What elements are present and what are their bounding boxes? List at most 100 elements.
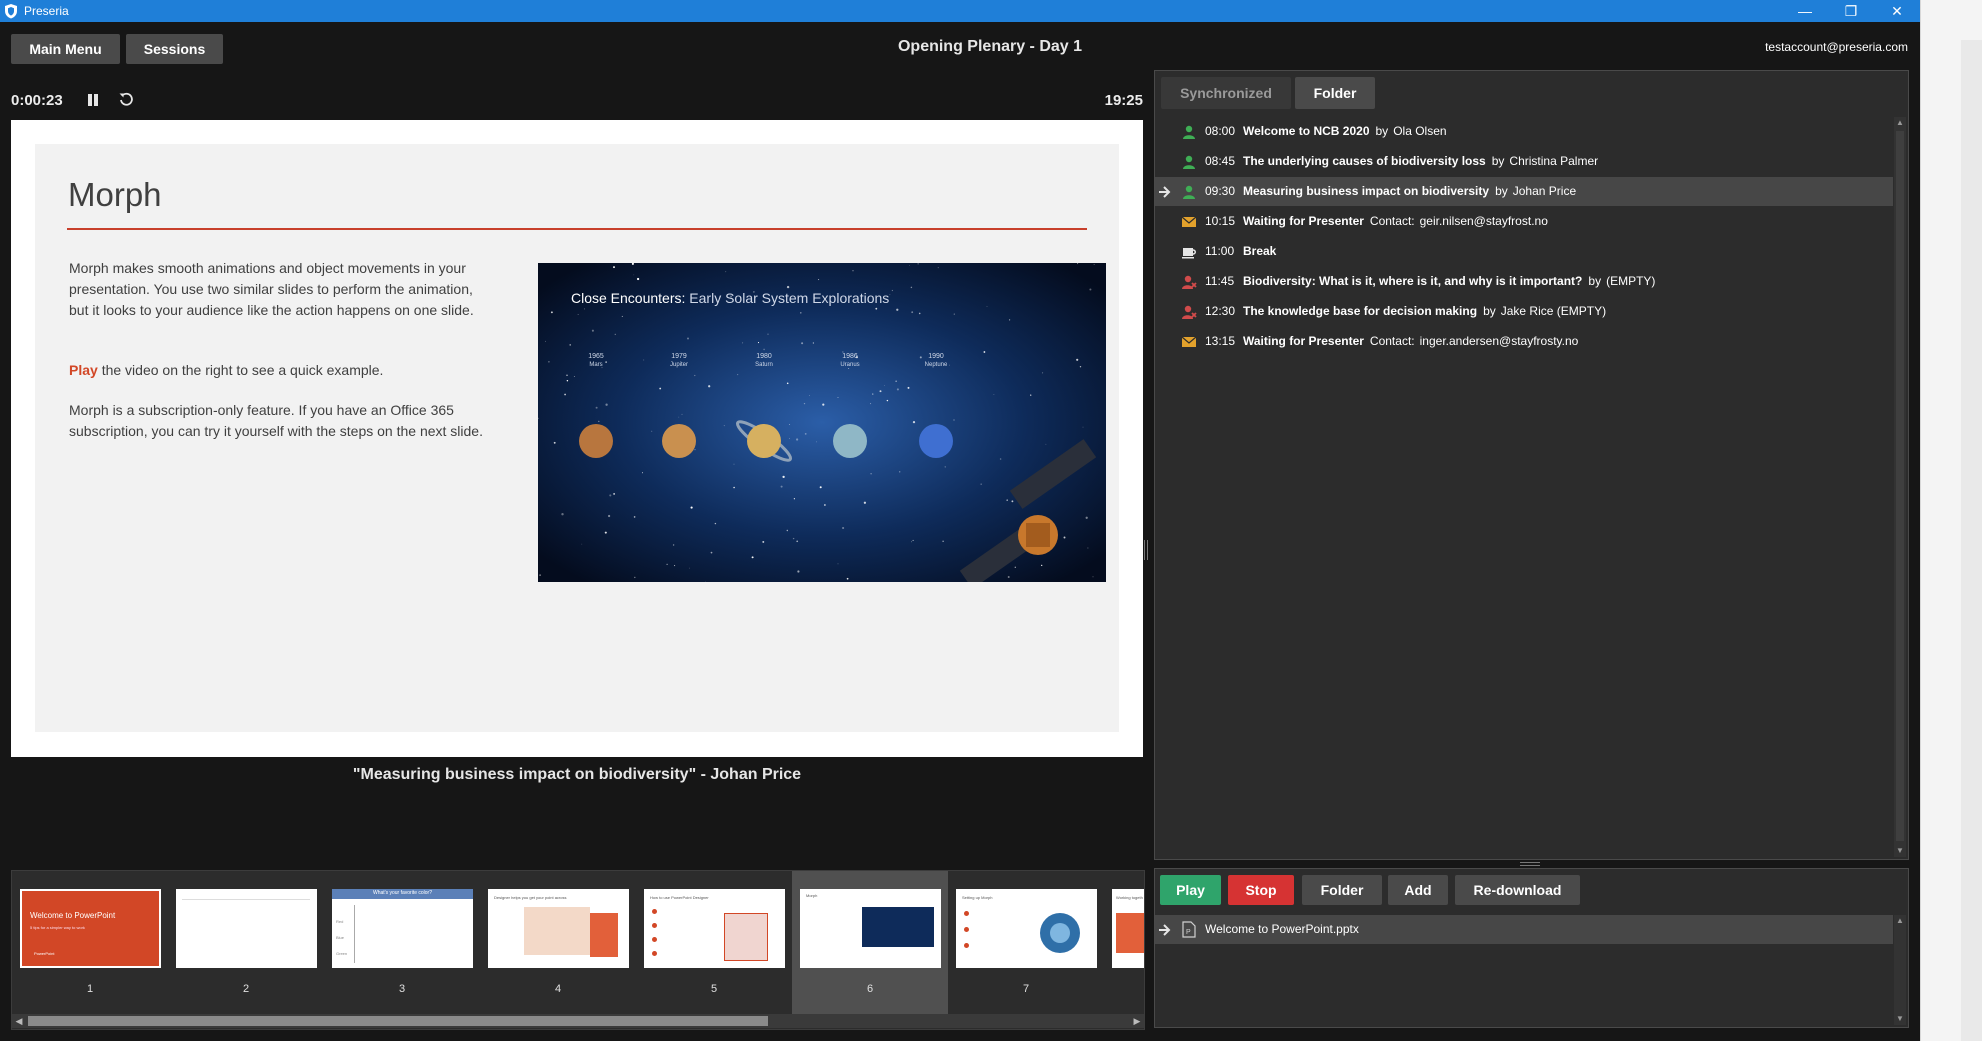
agenda-item[interactable]: 13:15 Waiting for Presenter Contact: inger.…	[1155, 327, 1893, 356]
redownload-button[interactable]: Re-download	[1455, 875, 1580, 905]
agenda-scrollbar[interactable]: ▲ ▼	[1894, 117, 1906, 857]
agenda-presenter: Christina Palmer	[1509, 154, 1599, 168]
horizontal-splitter-handle[interactable]	[1520, 861, 1540, 867]
agenda-presenter: geir.nilsen@stayfrost.no	[1419, 214, 1548, 228]
agenda-time: 11:45	[1205, 274, 1235, 288]
agenda-title: Measuring business impact on biodiversit…	[1243, 184, 1490, 198]
slide-play-highlight: Play	[69, 362, 98, 378]
title-bar: Preseria — ❐ ✕	[0, 0, 1920, 22]
agenda-item[interactable]: 10:15 Waiting for Presenter Contact: geir.n…	[1155, 207, 1893, 236]
slide-thumbnail[interactable]: Setting up Morph 7	[948, 871, 1104, 1015]
planet-name: Mars	[589, 362, 602, 368]
agenda-panel: Synchronized Folder 08:00 Welcome to NCB …	[1154, 70, 1909, 860]
svg-text:P: P	[1186, 929, 1191, 936]
agenda-title: The knowledge base for decision making	[1243, 304, 1478, 318]
agenda-presenter	[1282, 244, 1287, 258]
app-window: Preseria — ❐ ✕ Main Menu Sessions Openin…	[0, 0, 1920, 1041]
solar-system-image: Close Encounters: Early Solar System Exp…	[538, 263, 1106, 582]
agenda-item[interactable]: 08:00 Welcome to NCB 2020 by Ola Olsen	[1155, 117, 1893, 146]
agenda-text: The knowledge base for decision making by…	[1243, 297, 1606, 326]
agenda-item[interactable]: 11:00 Break	[1155, 237, 1893, 266]
add-button[interactable]: Add	[1388, 875, 1448, 905]
play-button[interactable]: Play	[1160, 875, 1221, 905]
slide-thumbnail-strip: Welcome to PowerPoint 5 tips for a simpl…	[11, 870, 1145, 1030]
thumbnail-number: 4	[554, 983, 562, 995]
slide-heading: Morph	[68, 176, 162, 213]
slide-thumbnail[interactable]: Welcome to PowerPoint 5 tips for a simpl…	[12, 871, 168, 1015]
slide-thumbnail[interactable]: What's your favorite color? Red Blue Gre…	[324, 871, 480, 1015]
vertical-splitter-handle[interactable]	[1143, 540, 1149, 560]
slide-paragraph-3: Morph is a subscription-only feature. If…	[69, 402, 483, 439]
slide-preview: Morph Morph makes smooth animations and …	[11, 120, 1143, 757]
agenda-title: Welcome to NCB 2020	[1243, 124, 1370, 138]
sessions-button[interactable]: Sessions	[126, 34, 223, 64]
planet-year: 1986	[842, 353, 858, 360]
agenda-title: The underlying causes of biodiversity lo…	[1243, 154, 1486, 168]
scroll-up-icon[interactable]: ▲	[1894, 117, 1906, 129]
image-title: Close Encounters: Early Solar System Exp…	[571, 290, 889, 306]
agenda-joiner: by	[1491, 154, 1505, 168]
planet-neptune-icon	[919, 424, 953, 458]
stop-button[interactable]: Stop	[1228, 875, 1294, 905]
file-list-item[interactable]: P Welcome to PowerPoint.pptx	[1155, 915, 1893, 944]
slide-thumbnail-current[interactable]: Morph 6	[792, 871, 948, 1015]
scrollbar-track[interactable]	[1896, 131, 1904, 841]
envelope-icon	[1181, 216, 1197, 227]
file-name: Welcome to PowerPoint.pptx	[1205, 922, 1359, 936]
agenda-item[interactable]: 08:45 The underlying causes of biodiversi…	[1155, 147, 1893, 176]
person-ready-icon	[1183, 125, 1195, 139]
agenda-item-current[interactable]: 09:30 Measuring business impact on biodiv…	[1155, 177, 1893, 206]
scrollbar-thumb[interactable]	[28, 1016, 768, 1026]
restore-button[interactable]: ❐	[1828, 0, 1874, 22]
scroll-right-icon[interactable]: ▶	[1130, 1014, 1144, 1028]
agenda-item[interactable]: 11:45 Biodiversity: What is it, where is …	[1155, 267, 1893, 296]
agenda-title: Waiting for Presenter	[1243, 334, 1364, 348]
thumbnail-number: 2	[242, 983, 250, 995]
scroll-down-icon[interactable]: ▼	[1894, 845, 1906, 857]
session-caption: "Measuring business impact on biodiversi…	[352, 766, 802, 783]
agenda-presenter: (EMPTY)	[1606, 274, 1656, 288]
planet-mars-icon	[579, 424, 613, 458]
slide-paragraph-2-text: the video on the right to see a quick ex…	[97, 362, 384, 378]
arrow-right-icon	[1159, 924, 1171, 936]
agenda-time: 12:30	[1205, 304, 1236, 318]
slide-thumbnail[interactable]: Working togeth 8	[1104, 871, 1144, 1015]
reset-icon[interactable]	[118, 91, 134, 107]
main-menu-button[interactable]: Main Menu	[11, 34, 120, 64]
close-window-button[interactable]: ✕	[1874, 0, 1920, 22]
planet-uranus-icon	[833, 424, 867, 458]
agenda-time: 13:15	[1205, 334, 1236, 348]
scroll-up-icon[interactable]: ▲	[1894, 915, 1906, 927]
pause-icon[interactable]	[86, 93, 100, 107]
slide-thumbnail[interactable]: How to use PowerPoint Designer 5	[636, 871, 792, 1015]
elapsed-timer: 0:00:23	[11, 92, 63, 109]
scroll-down-icon[interactable]: ▼	[1894, 1013, 1906, 1025]
agenda-time: 08:45	[1205, 154, 1236, 168]
scroll-left-icon[interactable]: ◀	[12, 1014, 26, 1028]
agenda-presenter: Jake Rice (EMPTY)	[1500, 304, 1607, 318]
file-list-scrollbar[interactable]: ▲ ▼	[1894, 915, 1906, 1025]
planet-year: 1965	[588, 353, 604, 360]
slide-thumbnail[interactable]: Designer helps you get your point across…	[480, 871, 636, 1015]
planet-year: 1990	[928, 353, 944, 360]
slide-thumbnail[interactable]: 2	[168, 871, 324, 1015]
app-logo-icon	[5, 4, 17, 19]
person-ready-icon	[1183, 185, 1195, 199]
agenda-text: Waiting for Presenter Contact: inger.ander…	[1243, 327, 1578, 356]
agenda-presenter: inger.andersen@stayfrosty.no	[1419, 334, 1579, 348]
coffee-icon	[1182, 248, 1196, 259]
agenda-text: Waiting for Presenter Contact: geir.nilsen…	[1243, 207, 1548, 236]
planet-year: 1979	[671, 353, 687, 360]
planet-name: Uranus	[840, 362, 859, 368]
agenda-text: Measuring business impact on biodiversit…	[1243, 177, 1576, 206]
agenda-presenter: Johan Price	[1512, 184, 1577, 198]
folder-button[interactable]: Folder	[1302, 875, 1382, 905]
agenda-item[interactable]: 12:30 The knowledge base for decision mak…	[1155, 297, 1893, 326]
thumbnail-scrollbar[interactable]: ◀ ▶	[12, 1014, 1144, 1028]
agenda-joiner: by	[1495, 184, 1508, 198]
minimize-button[interactable]: —	[1782, 0, 1828, 22]
agenda-text: Break	[1243, 237, 1287, 266]
tab-synchronized[interactable]: Synchronized	[1161, 77, 1291, 109]
tab-folder[interactable]: Folder	[1295, 77, 1375, 109]
person-missing-icon	[1182, 275, 1197, 289]
